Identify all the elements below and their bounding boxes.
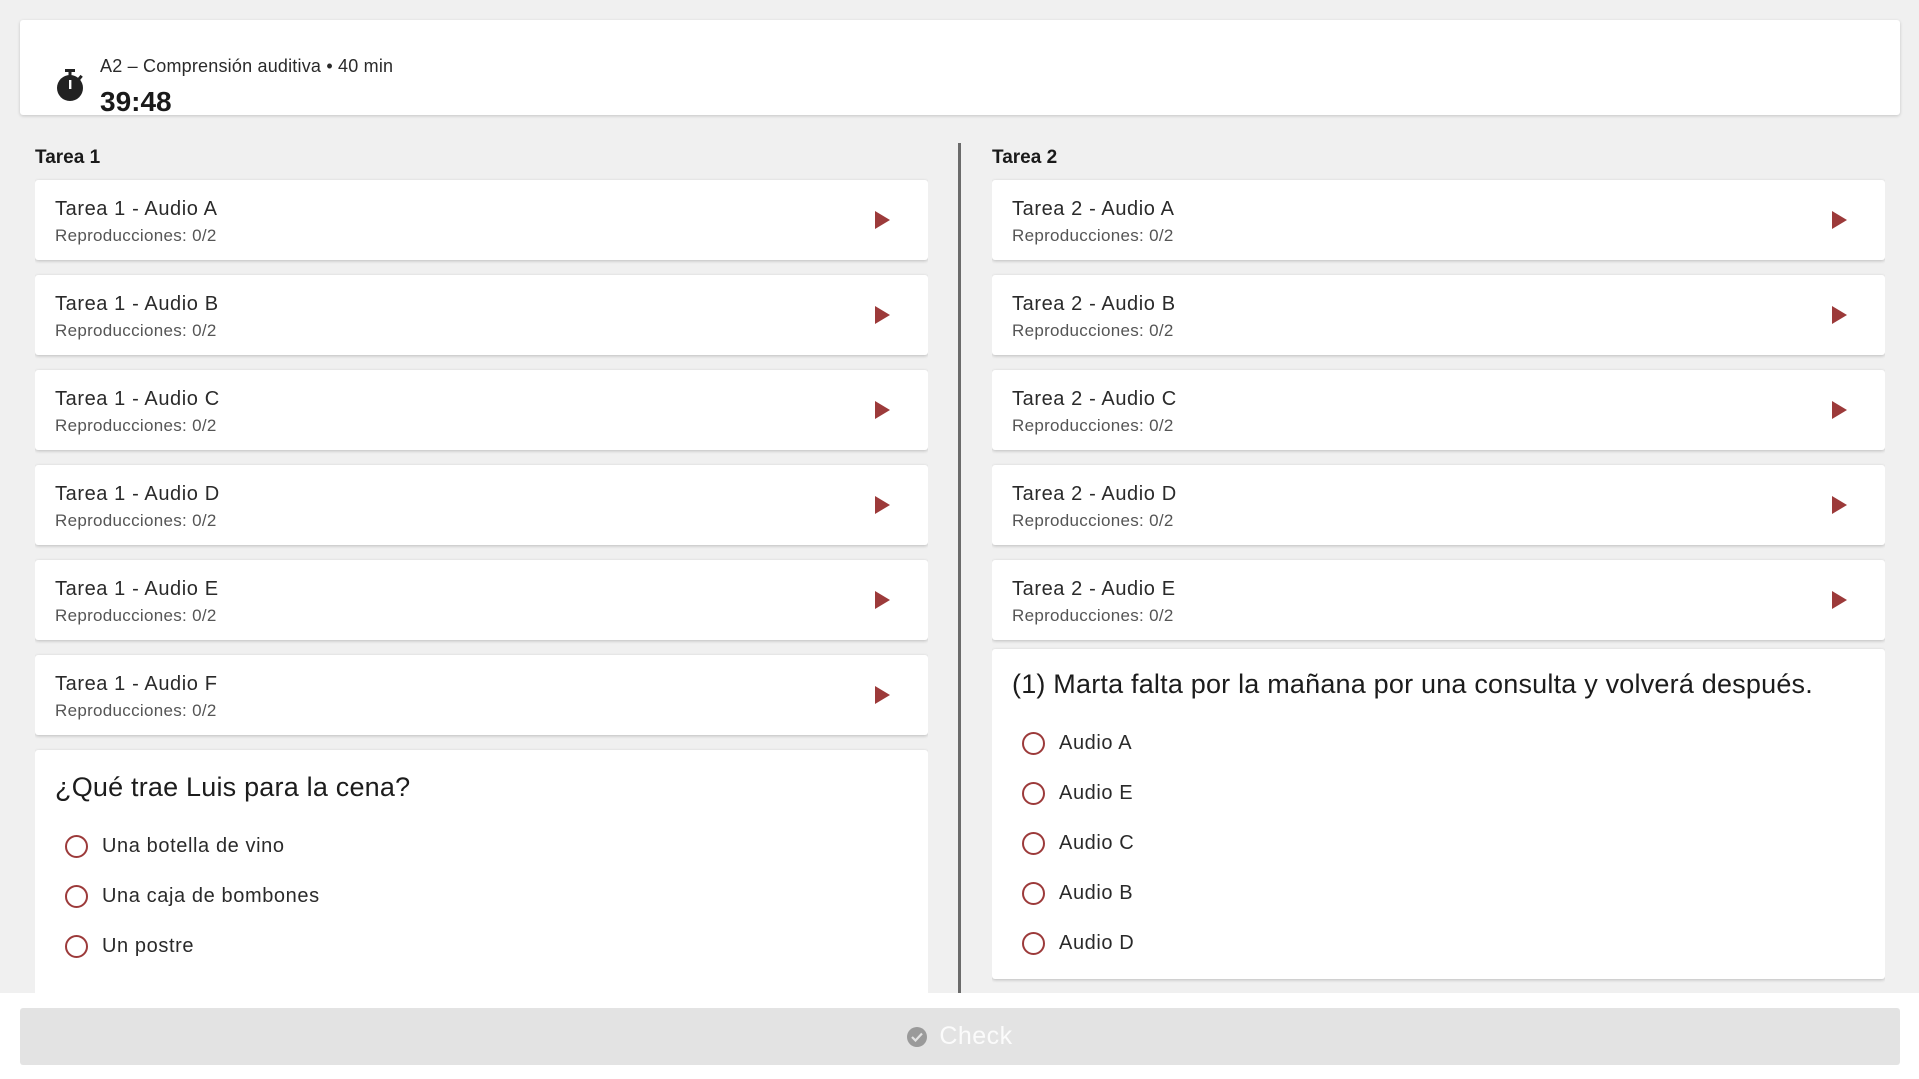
play-icon	[874, 401, 890, 419]
answer-option[interactable]: Audio A	[1012, 718, 1865, 768]
audio-play-count: Reproducciones: 0/2	[55, 416, 217, 435]
audio-play-count: Reproducciones: 0/2	[1012, 606, 1174, 625]
option-label: Audio A	[1059, 731, 1133, 754]
play-button[interactable]	[866, 299, 898, 331]
tarea1-column: Tarea 1 Tarea 1 - Audio A Reproducciones…	[35, 140, 928, 1000]
play-icon	[874, 211, 890, 229]
audio-title: Tarea 1 - Audio A	[55, 198, 218, 220]
question-card-tarea2: (1) Marta falta por la mañana por una co…	[992, 649, 1885, 979]
option-label: Una botella de vino	[102, 834, 285, 857]
play-icon	[1831, 211, 1847, 229]
audio-card-tarea2-b[interactable]: Tarea 2 - Audio B Reproducciones: 0/2	[992, 275, 1885, 355]
question-card-tarea1: ¿Qué trae Luis para la cena? Una botella…	[35, 750, 928, 1000]
play-button[interactable]	[1823, 299, 1855, 331]
radio-button[interactable]	[1022, 731, 1045, 755]
check-button-label: Check	[939, 1022, 1013, 1050]
exam-subtitle: A2 – Comprensión auditiva • 40 min	[100, 56, 394, 76]
audio-play-count: Reproducciones: 0/2	[55, 511, 217, 530]
audio-card-tarea2-d[interactable]: Tarea 2 - Audio D Reproducciones: 0/2	[992, 465, 1885, 545]
audio-title: Tarea 1 - Audio E	[55, 578, 219, 600]
audio-play-count: Reproducciones: 0/2	[55, 606, 217, 625]
radio-button[interactable]	[1022, 931, 1045, 955]
check-circle-icon	[907, 1026, 928, 1047]
play-icon	[874, 496, 890, 514]
audio-card-tarea1-c[interactable]: Tarea 1 - Audio C Reproducciones: 0/2	[35, 370, 928, 450]
audio-card-tarea1-e[interactable]: Tarea 1 - Audio E Reproducciones: 0/2	[35, 560, 928, 640]
answer-option[interactable]: Un postre	[55, 921, 908, 971]
audio-title: Tarea 2 - Audio D	[1012, 483, 1177, 505]
audio-card-tarea2-a[interactable]: Tarea 2 - Audio A Reproducciones: 0/2	[992, 180, 1885, 260]
option-label: Audio D	[1059, 931, 1135, 954]
radio-button[interactable]	[1022, 881, 1045, 905]
check-button[interactable]: Check	[20, 1008, 1900, 1065]
countdown-timer: 39:48	[100, 86, 172, 117]
audio-title: Tarea 2 - Audio A	[1012, 198, 1175, 220]
play-icon	[874, 686, 890, 704]
audio-title: Tarea 2 - Audio E	[1012, 578, 1176, 600]
answer-option[interactable]: Audio B	[1012, 868, 1865, 918]
audio-card-tarea1-b[interactable]: Tarea 1 - Audio B Reproducciones: 0/2	[35, 275, 928, 355]
audio-play-count: Reproducciones: 0/2	[1012, 511, 1174, 530]
play-icon	[874, 306, 890, 324]
tarea2-title: Tarea 2	[992, 147, 1058, 168]
radio-button[interactable]	[65, 834, 88, 858]
audio-title: Tarea 1 - Audio F	[55, 673, 218, 695]
stopwatch-icon	[57, 69, 83, 101]
play-icon	[1831, 591, 1847, 609]
audio-play-count: Reproducciones: 0/2	[1012, 226, 1174, 245]
audio-play-count: Reproducciones: 0/2	[1012, 321, 1174, 340]
audio-title: Tarea 2 - Audio C	[1012, 388, 1177, 410]
exam-header: A2 – Comprensión auditiva • 40 min 39:48	[20, 20, 1900, 117]
radio-button[interactable]	[1022, 831, 1045, 855]
audio-play-count: Reproducciones: 0/2	[55, 321, 217, 340]
exam-page: A2 – Comprensión auditiva • 40 min 39:48…	[0, 0, 1919, 1079]
play-button[interactable]	[1823, 489, 1855, 521]
option-label: Audio C	[1059, 831, 1135, 854]
play-button[interactable]	[866, 584, 898, 616]
play-icon	[1831, 496, 1847, 514]
audio-card-tarea1-a[interactable]: Tarea 1 - Audio A Reproducciones: 0/2	[35, 180, 928, 260]
column-divider	[958, 143, 961, 1003]
audio-play-count: Reproducciones: 0/2	[55, 701, 217, 720]
tarea2-column: Tarea 2 Tarea 2 - Audio A Reproducciones…	[992, 140, 1885, 1000]
answer-option[interactable]: Audio E	[1012, 768, 1865, 818]
question-text: (1) Marta falta por la mañana por una co…	[1012, 669, 1813, 699]
audio-title: Tarea 1 - Audio D	[55, 483, 220, 505]
option-label: Un postre	[102, 934, 195, 957]
audio-title: Tarea 1 - Audio B	[55, 293, 219, 315]
radio-button[interactable]	[65, 884, 88, 908]
play-button[interactable]	[866, 394, 898, 426]
play-button[interactable]	[1823, 204, 1855, 236]
play-button[interactable]	[866, 679, 898, 711]
option-label: Audio E	[1059, 781, 1134, 804]
answer-option[interactable]: Una caja de bombones	[55, 871, 908, 921]
answer-option[interactable]: Audio C	[1012, 818, 1865, 868]
answer-option[interactable]: Audio D	[1012, 918, 1865, 968]
play-icon	[1831, 306, 1847, 324]
audio-title: Tarea 1 - Audio C	[55, 388, 220, 410]
play-button[interactable]	[866, 204, 898, 236]
audio-title: Tarea 2 - Audio B	[1012, 293, 1176, 315]
question-text: ¿Qué trae Luis para la cena?	[55, 772, 411, 802]
footer-bar: Check	[0, 993, 1919, 1079]
audio-card-tarea1-d[interactable]: Tarea 1 - Audio D Reproducciones: 0/2	[35, 465, 928, 545]
play-button[interactable]	[1823, 394, 1855, 426]
play-button[interactable]	[1823, 584, 1855, 616]
play-icon	[874, 591, 890, 609]
radio-button[interactable]	[65, 934, 88, 958]
option-label: Una caja de bombones	[102, 884, 320, 907]
audio-play-count: Reproducciones: 0/2	[55, 226, 217, 245]
play-button[interactable]	[866, 489, 898, 521]
audio-card-tarea1-f[interactable]: Tarea 1 - Audio F Reproducciones: 0/2	[35, 655, 928, 735]
audio-play-count: Reproducciones: 0/2	[1012, 416, 1174, 435]
play-icon	[1831, 401, 1847, 419]
audio-card-tarea2-c[interactable]: Tarea 2 - Audio C Reproducciones: 0/2	[992, 370, 1885, 450]
radio-button[interactable]	[1022, 781, 1045, 805]
answer-option[interactable]: Una botella de vino	[55, 821, 908, 871]
audio-card-tarea2-e[interactable]: Tarea 2 - Audio E Reproducciones: 0/2	[992, 560, 1885, 640]
option-label: Audio B	[1059, 881, 1134, 904]
tarea1-title: Tarea 1	[35, 147, 101, 168]
